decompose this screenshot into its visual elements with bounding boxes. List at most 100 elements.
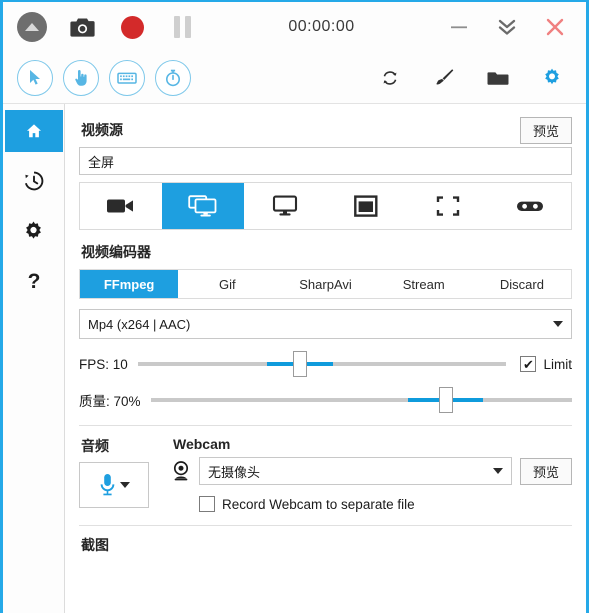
pause-icon — [173, 16, 191, 38]
audio-webcam-row: 音频 Webcam 无摄像头 预览 Record Webcam to separ… — [79, 436, 572, 512]
svg-text:?: ? — [27, 270, 40, 293]
timer-icon — [166, 69, 180, 86]
collapse-button[interactable] — [492, 12, 522, 42]
home-icon — [22, 120, 45, 142]
fps-label: FPS: 10 — [79, 356, 128, 372]
refresh-button[interactable] — [376, 64, 404, 92]
webcam-section: Webcam 无摄像头 预览 Record Webcam to separate… — [171, 436, 572, 512]
quality-slider-thumb[interactable] — [438, 387, 453, 413]
brush-icon — [435, 69, 453, 85]
webcam-icon — [173, 461, 189, 481]
settings-button[interactable] — [538, 64, 566, 92]
toolbar-right-group — [376, 64, 572, 92]
tab-gif[interactable]: Gif — [178, 270, 276, 298]
app-window: 00:00:00 ? 视频源 预览 全屏 视频编码器 FFmpeg Gif Sh… — [0, 0, 589, 613]
include-keystrokes-button[interactable] — [109, 59, 145, 96]
fps-slider[interactable] — [137, 351, 507, 377]
video-encoder-tabs: FFmpeg Gif SharpAvi Stream Discard — [79, 269, 572, 299]
quality-label: 质量: 70% — [79, 394, 141, 409]
click-hand-icon — [75, 69, 87, 86]
sidebar-item-history[interactable] — [11, 160, 57, 202]
window-controls — [444, 12, 576, 42]
video-source-preview-button[interactable]: 预览 — [519, 117, 572, 144]
include-cursor-button[interactable] — [17, 59, 53, 96]
question-mark-icon: ? — [27, 270, 40, 293]
pause-button[interactable] — [165, 10, 199, 44]
expand-up-button[interactable] — [15, 10, 49, 44]
source-region-button[interactable] — [407, 183, 489, 229]
audio-device-dropdown[interactable] — [79, 462, 149, 508]
sidebar-item-settings[interactable] — [11, 210, 57, 252]
fps-slider-thumb[interactable] — [293, 351, 307, 377]
elapsed-timer-button[interactable] — [155, 59, 191, 96]
minimize-icon — [451, 26, 467, 29]
webcam-separate-file-checkbox-box — [199, 496, 215, 512]
source-screen-button[interactable] — [161, 183, 244, 229]
webcam-separate-file-checkbox[interactable]: Record Webcam to separate file — [199, 496, 572, 512]
quality-row: 质量: 70% — [79, 387, 572, 413]
video-source-value-text: 全屏 — [88, 154, 115, 170]
expand-up-icon — [17, 12, 47, 42]
fps-limit-label: Limit — [543, 356, 572, 372]
quality-slider[interactable] — [150, 387, 572, 413]
close-icon — [546, 18, 564, 36]
sidebar: ? — [3, 104, 65, 613]
microphone-icon — [100, 474, 114, 496]
tab-stream[interactable]: Stream — [375, 270, 473, 298]
sidebar-item-help[interactable]: ? — [11, 260, 57, 302]
webcam-preview-button[interactable]: 预览 — [519, 457, 572, 485]
chevron-down-icon — [553, 321, 563, 327]
codec-dropdown[interactable]: Mp4 (x264 | AAC) — [79, 309, 572, 339]
toolbar-left-group — [17, 59, 191, 96]
minimize-button[interactable] — [444, 12, 474, 42]
fps-limit-checkbox[interactable]: ✔ Limit — [520, 356, 572, 372]
open-folder-button[interactable] — [484, 64, 512, 92]
camera-icon — [69, 18, 95, 37]
video-source-value[interactable]: 全屏 — [79, 147, 572, 175]
chevron-down-icon — [119, 482, 130, 488]
screenshot-title: 截图 — [81, 537, 109, 553]
source-desktop-button[interactable] — [244, 183, 326, 229]
screenshot-button[interactable] — [65, 10, 99, 44]
title-bar-actions — [15, 10, 199, 44]
tool-bar — [3, 52, 586, 104]
folder-icon — [487, 71, 509, 85]
tab-discard[interactable]: Discard — [473, 270, 571, 298]
gamepad-icon — [517, 201, 544, 211]
screen-icon — [188, 195, 217, 217]
image-editor-button[interactable] — [430, 64, 458, 92]
include-clicks-button[interactable] — [63, 59, 99, 96]
video-encoder-title: 视频编码器 — [81, 244, 151, 260]
source-game-button[interactable] — [489, 183, 571, 229]
quality-slider-track — [150, 398, 572, 402]
window-body: ? 视频源 预览 全屏 视频编码器 FFmpeg Gif SharpAvi St… — [3, 104, 586, 613]
video-source-type-group — [79, 182, 572, 230]
video-source-header: 视频源 预览 — [79, 114, 572, 147]
screenshot-divider — [79, 525, 572, 526]
window-icon — [354, 195, 378, 217]
title-bar: 00:00:00 — [3, 2, 586, 52]
tab-ffmpeg[interactable]: FFmpeg — [80, 270, 179, 298]
section-divider — [79, 425, 572, 426]
history-icon — [24, 171, 43, 191]
sidebar-item-home[interactable] — [4, 110, 63, 152]
close-button[interactable] — [540, 12, 570, 42]
source-video-device-button[interactable] — [80, 183, 162, 229]
keyboard-icon — [117, 72, 137, 84]
chevron-down-icon — [492, 468, 503, 474]
record-button[interactable] — [115, 10, 149, 44]
monitor-icon — [272, 195, 297, 216]
tab-sharpavi[interactable]: SharpAvi — [276, 270, 374, 298]
webcam-separate-file-label: Record Webcam to separate file — [222, 496, 415, 512]
webcam-dropdown[interactable]: 无摄像头 — [199, 457, 512, 485]
gear-icon — [545, 68, 559, 84]
region-icon — [437, 196, 460, 216]
source-window-button[interactable] — [325, 183, 407, 229]
webcam-title: Webcam — [173, 436, 231, 452]
chevron-double-down-icon — [498, 19, 516, 35]
fps-limit-checkbox-box: ✔ — [520, 356, 537, 372]
audio-title: 音频 — [81, 438, 109, 454]
record-icon — [120, 15, 144, 39]
video-source-title: 视频源 — [81, 122, 123, 138]
fps-row: FPS: 10 ✔ Limit — [79, 351, 572, 377]
